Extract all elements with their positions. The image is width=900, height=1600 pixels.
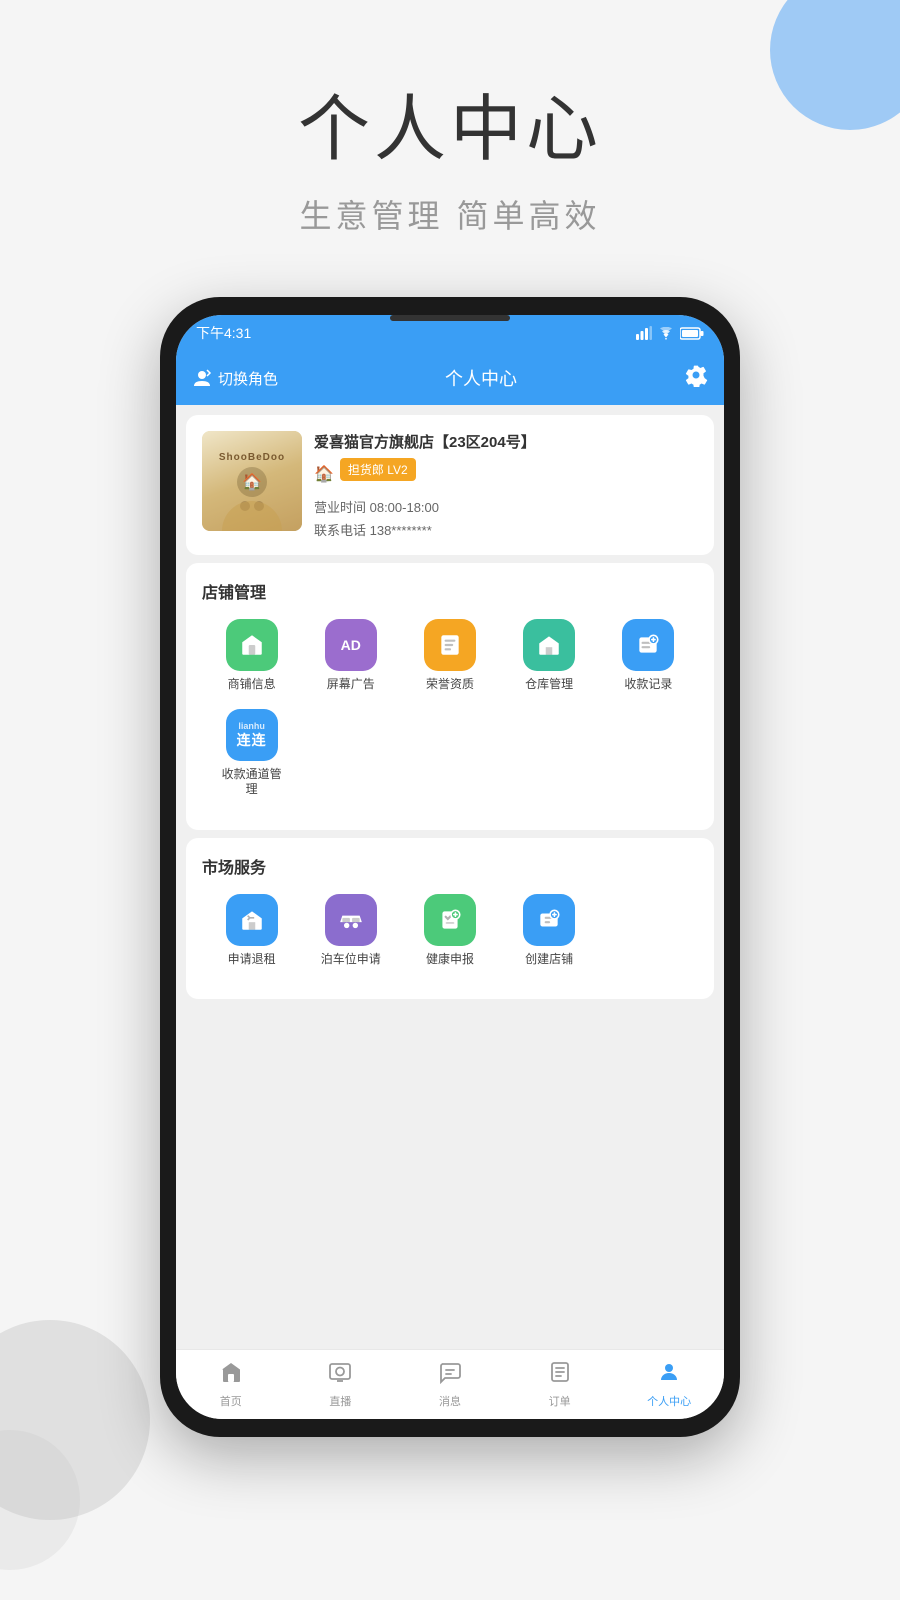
shop-management-grid: 商铺信息 AD 屏幕广告 bbox=[202, 619, 698, 814]
market-services-section: 市场服务 申请退租 bbox=[186, 838, 714, 1000]
payment-record-label: 收款记录 bbox=[624, 677, 672, 693]
shop-info-item[interactable]: 商铺信息 bbox=[202, 619, 301, 693]
market-services-grid: 申请退租 bbox=[202, 894, 698, 984]
warehouse-item[interactable]: 仓库管理 bbox=[500, 619, 599, 693]
health-report-item[interactable]: 健康申报 bbox=[400, 894, 499, 968]
screen-ad-label: 屏幕广告 bbox=[327, 677, 375, 693]
create-store-icon bbox=[523, 894, 575, 946]
store-phone: 联系电话 138******** bbox=[314, 520, 698, 539]
nav-message-label: 消息 bbox=[439, 1393, 461, 1409]
parking-apply-label: 泊车位申请 bbox=[321, 952, 381, 968]
parking-apply-item[interactable]: 泊车位申请 bbox=[301, 894, 400, 968]
tv-icon bbox=[328, 1360, 352, 1390]
bottom-nav: 首页 直播 bbox=[176, 1349, 724, 1419]
store-badge-label: 担货郎 LV2 bbox=[348, 461, 408, 478]
store-name: 爱喜猫官方旗舰店【23区204号】 bbox=[314, 431, 698, 452]
battery-icon bbox=[680, 327, 704, 340]
screen-ad-item[interactable]: AD 屏幕广告 bbox=[301, 619, 400, 693]
payment-channel-item[interactable]: lianhu 连连 收款通道管 理 bbox=[202, 709, 301, 798]
shop-management-title: 店铺管理 bbox=[202, 579, 698, 603]
payment-channel-icon: lianhu 连连 bbox=[226, 709, 278, 761]
honor-cert-icon bbox=[424, 619, 476, 671]
chat-icon bbox=[438, 1360, 462, 1390]
nav-home-label: 首页 bbox=[220, 1393, 242, 1409]
health-report-label: 健康申报 bbox=[426, 952, 474, 968]
screen-ad-icon: AD bbox=[325, 619, 377, 671]
parking-apply-icon bbox=[325, 894, 377, 946]
shop-info-icon bbox=[226, 619, 278, 671]
phone-screen: 下午4:31 bbox=[176, 315, 724, 1419]
home-icon bbox=[219, 1360, 243, 1390]
store-img-inner: ShooBeDoo 🏠 bbox=[202, 431, 302, 531]
payment-record-icon bbox=[622, 619, 674, 671]
page-subtitle: 生意管理 简单高效 bbox=[0, 191, 900, 237]
payment-channel-label: 收款通道管 理 bbox=[222, 767, 282, 798]
nav-message[interactable]: 消息 bbox=[395, 1360, 505, 1409]
store-card[interactable]: ShooBeDoo 🏠 爱喜猫官方旗舰店【23区204 bbox=[186, 415, 714, 555]
nav-live-label: 直播 bbox=[329, 1393, 351, 1409]
store-img-logo: ShooBeDoo bbox=[219, 452, 285, 463]
create-store-label: 创建店铺 bbox=[525, 952, 573, 968]
market-services-title: 市场服务 bbox=[202, 854, 698, 878]
switch-role-button[interactable]: 切换角色 bbox=[192, 368, 278, 389]
warehouse-icon bbox=[523, 619, 575, 671]
nav-order-label: 订单 bbox=[549, 1393, 571, 1409]
switch-role-label: 切换角色 bbox=[218, 368, 278, 389]
scroll-content: ShooBeDoo 🏠 爱喜猫官方旗舰店【23区204 bbox=[176, 405, 724, 1349]
store-badge: 担货郎 LV2 bbox=[340, 458, 416, 481]
phone-wrapper: 下午4:31 bbox=[0, 277, 900, 1437]
settings-button[interactable] bbox=[684, 363, 708, 393]
warehouse-label: 仓库管理 bbox=[525, 677, 573, 693]
page-header: 个人中心 生意管理 简单高效 bbox=[0, 0, 900, 277]
store-hours: 营业时间 08:00-18:00 bbox=[314, 497, 698, 516]
bottom-padding bbox=[176, 1007, 724, 1027]
nav-live[interactable]: 直播 bbox=[286, 1360, 396, 1409]
honor-cert-item[interactable]: 荣誉资质 bbox=[400, 619, 499, 693]
shop-info-label: 商铺信息 bbox=[228, 677, 276, 693]
page-title: 个人中心 bbox=[0, 70, 900, 175]
status-time: 下午4:31 bbox=[196, 323, 251, 343]
phone-notch bbox=[390, 315, 510, 321]
signal-icon bbox=[636, 326, 652, 340]
order-icon bbox=[548, 1360, 572, 1390]
create-store-item[interactable]: 创建店铺 bbox=[500, 894, 599, 968]
payment-record-item[interactable]: 收款记录 bbox=[599, 619, 698, 693]
nav-profile[interactable]: 个人中心 bbox=[614, 1360, 724, 1409]
apply-quit-label: 申请退租 bbox=[228, 952, 276, 968]
store-img-arch bbox=[222, 501, 282, 531]
nav-home[interactable]: 首页 bbox=[176, 1360, 286, 1409]
header-title: 个人中心 bbox=[445, 365, 517, 391]
app-header: 切换角色 个人中心 bbox=[176, 351, 724, 405]
honor-cert-label: 荣誉资质 bbox=[426, 677, 474, 693]
user-switch-icon bbox=[192, 368, 212, 388]
store-info: 爱喜猫官方旗舰店【23区204号】 🏠 担货郎 LV2 营业时间 08:00-1… bbox=[314, 431, 698, 539]
apply-quit-icon bbox=[226, 894, 278, 946]
health-report-icon bbox=[424, 894, 476, 946]
phone-frame: 下午4:31 bbox=[160, 297, 740, 1437]
store-image: ShooBeDoo 🏠 bbox=[202, 431, 302, 531]
gear-icon bbox=[684, 363, 708, 387]
status-icons bbox=[636, 326, 704, 340]
user-icon bbox=[657, 1360, 681, 1390]
apply-quit-item[interactable]: 申请退租 bbox=[202, 894, 301, 968]
wifi-icon bbox=[658, 327, 674, 340]
shop-management-section: 店铺管理 商铺信息 AD bbox=[186, 563, 714, 830]
nav-profile-label: 个人中心 bbox=[647, 1393, 691, 1409]
nav-order[interactable]: 订单 bbox=[505, 1360, 615, 1409]
